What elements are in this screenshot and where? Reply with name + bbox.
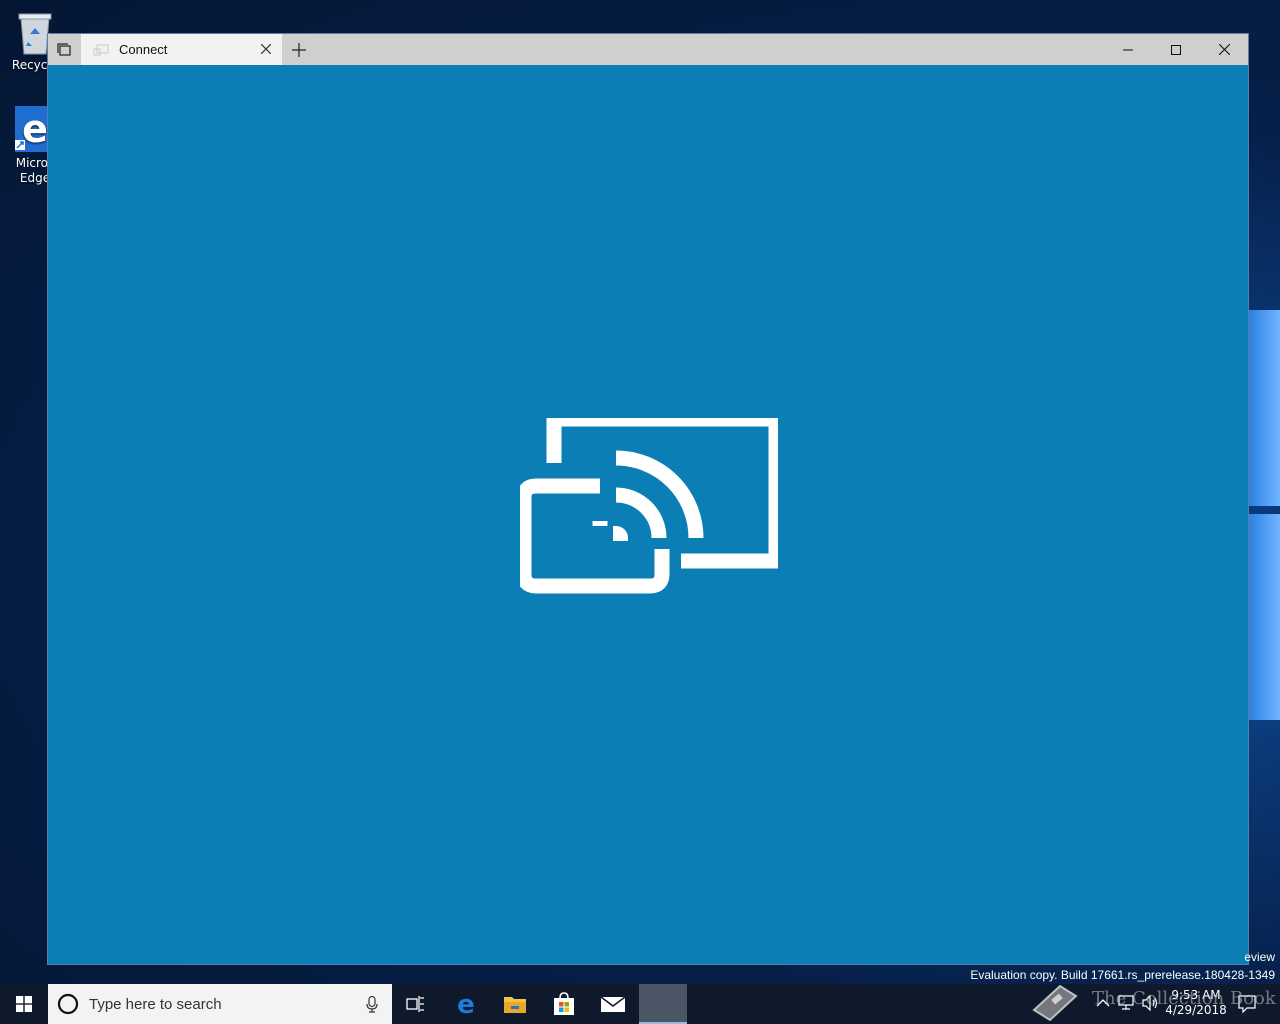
store-icon	[554, 992, 574, 1015]
tab-close-button[interactable]	[258, 41, 274, 57]
maximize-icon	[1171, 44, 1181, 55]
connect-tab-icon	[93, 44, 109, 55]
edge-icon: e	[457, 992, 475, 1016]
windows-logo-icon	[16, 996, 32, 1012]
new-tab-button[interactable]	[283, 34, 315, 65]
close-window-button[interactable]	[1201, 34, 1247, 65]
book-icon	[1032, 984, 1078, 1022]
watermark-line1: eview	[1244, 950, 1275, 964]
set-aside-tabs-button[interactable]	[48, 34, 80, 65]
close-icon	[261, 44, 271, 54]
collection-book-watermark: The Collection Book	[1030, 978, 1276, 1022]
cast-screen-icon	[520, 418, 778, 594]
start-button[interactable]	[0, 984, 48, 1024]
minimize-button[interactable]	[1105, 34, 1151, 65]
search-placeholder: Type here to search	[89, 995, 222, 1013]
tab-title: Connect	[119, 42, 168, 57]
svg-text:e: e	[22, 107, 48, 151]
connect-app-window: Connect	[47, 33, 1249, 965]
microphone-icon[interactable]	[366, 996, 378, 1013]
taskbar-store[interactable]	[540, 984, 588, 1024]
taskbar-edge[interactable]: e	[442, 984, 490, 1024]
collection-book-text: The Collection Book	[1092, 988, 1276, 1009]
maximize-button[interactable]	[1153, 34, 1199, 65]
close-icon	[1218, 44, 1230, 55]
taskbar-mail[interactable]	[589, 984, 637, 1024]
tab-connect[interactable]: Connect	[81, 34, 282, 65]
desktop-wallpaper-logo	[1248, 310, 1280, 720]
title-bar[interactable]: Connect	[48, 34, 1248, 65]
minimize-icon	[1123, 49, 1133, 50]
plus-icon	[292, 42, 306, 57]
taskbar-file-explorer[interactable]	[491, 984, 539, 1024]
mail-icon	[600, 996, 626, 1012]
tabs-overview-icon	[57, 42, 71, 56]
taskbar-connect-app[interactable]	[639, 984, 687, 1024]
cortana-icon	[57, 993, 79, 1015]
task-view-icon	[406, 996, 424, 1012]
task-view-button[interactable]	[392, 984, 440, 1024]
search-box[interactable]: Type here to search	[48, 984, 392, 1024]
svg-text:e: e	[457, 992, 475, 1016]
file-explorer-icon	[504, 997, 526, 1013]
